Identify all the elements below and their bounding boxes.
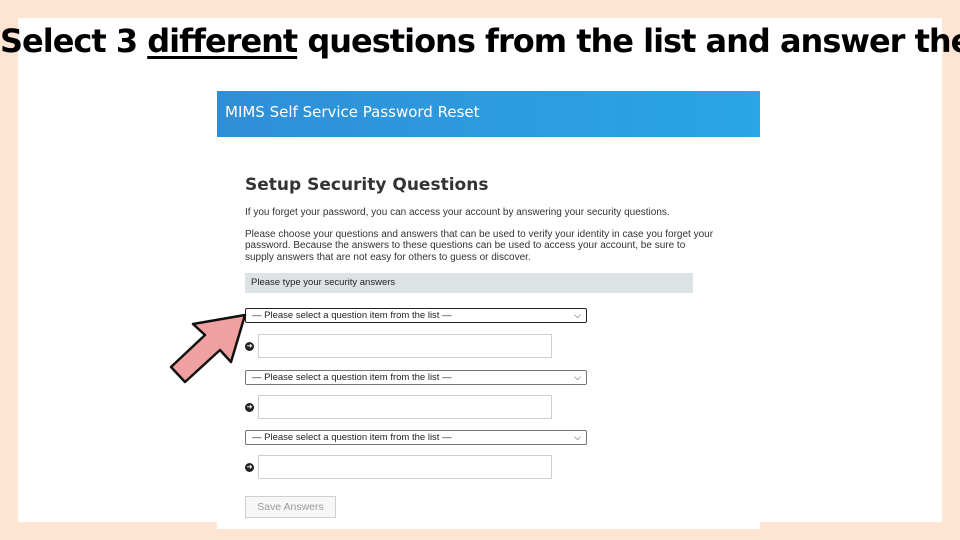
chevron-down-icon: ⌵ — [574, 372, 581, 382]
headline-prefix: Select 3 — [0, 22, 148, 60]
page-title: Setup Security Questions — [245, 175, 489, 195]
chevron-down-icon: ⌵ — [574, 432, 581, 442]
instructions-text: Please choose your questions and answers… — [245, 228, 714, 263]
main-content: Setup Security Questions If you forget y… — [245, 175, 715, 293]
instruction-headline: Select 3 different questions from the li… — [0, 22, 960, 60]
answer-field-3[interactable] — [258, 455, 552, 479]
arrow-bullet-icon: ➜ — [245, 403, 254, 412]
question-select-3[interactable]: — Please select a question item from the… — [245, 430, 587, 445]
headline-emphasis: different — [147, 22, 298, 60]
question-select-1[interactable]: — Please select a question item from the… — [245, 308, 587, 323]
question-select-2-value: — Please select a question item from the… — [252, 372, 452, 383]
section-header: Please type your security answers — [245, 273, 693, 293]
intro-text: If you forget your password, you can acc… — [245, 207, 670, 218]
question-select-3-value: — Please select a question item from the… — [252, 432, 452, 443]
save-answers-button[interactable]: Save Answers — [245, 496, 336, 518]
question-select-1-value: — Please select a question item from the… — [252, 310, 452, 321]
arrow-bullet-icon: ➜ — [245, 463, 254, 472]
app-banner: MIMS Self Service Password Reset — [217, 91, 760, 137]
password-reset-screenshot: MIMS Self Service Password Reset Setup S… — [217, 91, 760, 529]
chevron-down-icon: ⌵ — [574, 310, 581, 320]
answer-field-2[interactable] — [258, 395, 552, 419]
answer-field-1[interactable] — [258, 334, 552, 358]
question-select-2[interactable]: — Please select a question item from the… — [245, 370, 587, 385]
pointer-arrow-icon — [169, 313, 247, 384]
headline-suffix: questions from the list and answer them — [297, 22, 960, 60]
